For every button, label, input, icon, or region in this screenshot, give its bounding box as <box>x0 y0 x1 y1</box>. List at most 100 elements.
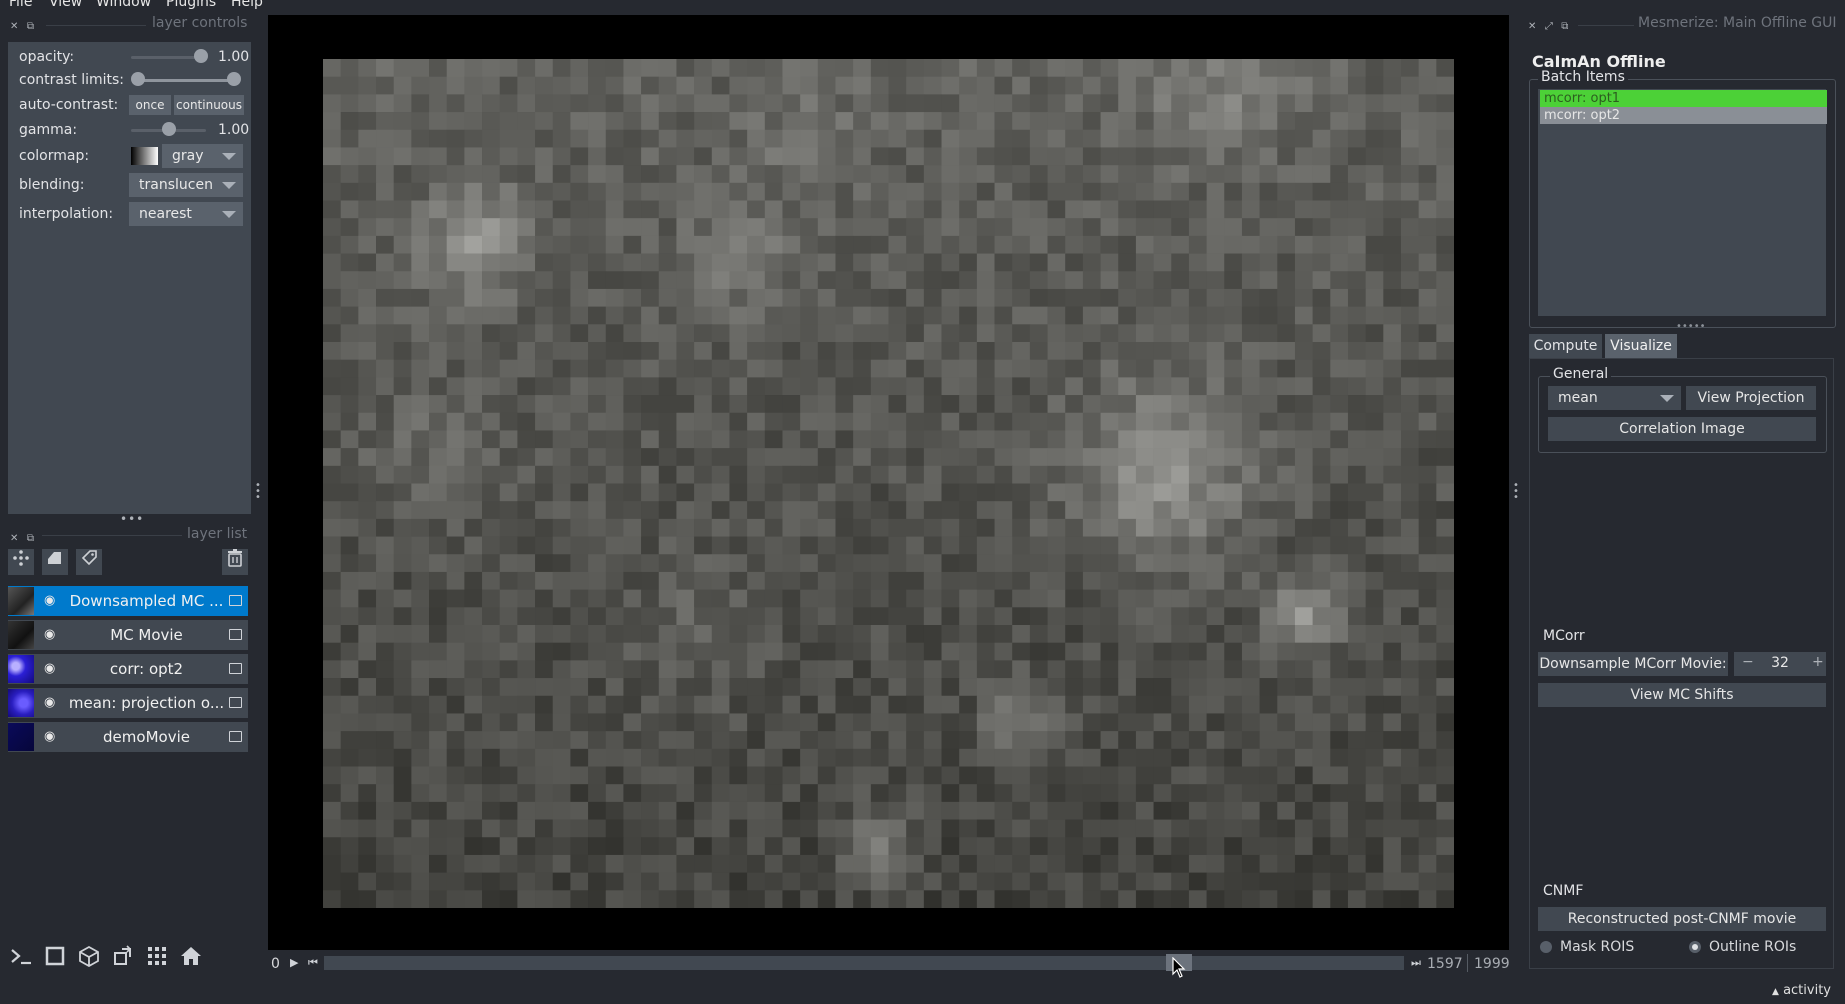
movie-frame-image[interactable] <box>323 59 1454 908</box>
grid-view-button[interactable] <box>143 945 171 973</box>
dock-divider <box>1578 25 1634 26</box>
batch-item[interactable]: mcorr: opt2 <box>1540 107 1827 124</box>
correlation-image-button[interactable]: Correlation Image <box>1548 417 1816 441</box>
menu-file[interactable]: File <box>9 0 32 10</box>
view-projection-button[interactable]: View Projection <box>1686 386 1816 410</box>
dock-divider <box>46 25 146 26</box>
mask-rois-radio[interactable] <box>1540 941 1552 953</box>
eye-icon[interactable]: ◉ <box>44 593 55 608</box>
roll-dims-button[interactable] <box>75 945 103 973</box>
menu-plugins[interactable]: Plugins <box>166 0 216 10</box>
batch-item[interactable]: mcorr: opt1 <box>1540 90 1827 107</box>
auto-contrast-label: auto-contrast: <box>19 97 119 113</box>
eye-icon[interactable]: ◉ <box>44 661 55 676</box>
square-icon <box>45 946 65 966</box>
layer-row-demo-movie[interactable]: ◉ demoMovie <box>8 722 248 752</box>
splitter-handle-right[interactable]: • • • <box>1513 481 1519 503</box>
close-icon[interactable]: ✕ <box>1528 21 1536 32</box>
splitter-handle[interactable]: ••• <box>120 512 144 526</box>
float-icon[interactable]: ⧉ <box>1561 21 1568 32</box>
menu-window[interactable]: Window <box>96 0 151 10</box>
interpolation-select[interactable]: nearest <box>129 202 243 226</box>
home-button[interactable] <box>177 945 205 973</box>
gamma-label: gamma: <box>19 122 78 138</box>
downsample-factor-stepper[interactable]: − 32 + <box>1734 652 1826 676</box>
float-icon[interactable]: ⧉ <box>27 533 34 544</box>
layer-name: MC Movie <box>110 626 183 644</box>
trash-icon <box>228 549 242 567</box>
mask-rois-label: Mask ROIS <box>1560 939 1635 955</box>
home-icon <box>181 947 201 965</box>
minus-button[interactable]: − <box>1742 654 1754 670</box>
contrast-max-handle[interactable] <box>227 72 241 86</box>
downsample-factor-value[interactable]: 32 <box>1768 655 1792 671</box>
right-panel-window-title: Mesmerize: Main Offline GUI <box>1638 15 1837 31</box>
console-button[interactable] <box>7 945 35 973</box>
continuous-button[interactable]: continuous <box>174 95 244 115</box>
splitter-handle-left[interactable]: • • • <box>255 481 261 503</box>
menu-help[interactable]: Help <box>231 0 263 10</box>
layer-list-dock-buttons: ✕ ⧉ <box>10 529 34 545</box>
dock-buttons: ✕ ⧉ <box>10 17 34 33</box>
chevron-down-icon <box>222 211 236 218</box>
float-icon[interactable]: ⧉ <box>27 21 34 32</box>
new-points-layer-button[interactable] <box>8 549 34 575</box>
activity-toggle[interactable]: ▲ activity <box>1772 983 1831 998</box>
contrast-min-handle[interactable] <box>131 72 145 86</box>
interpolation-value: nearest <box>139 206 192 222</box>
layer-row-corr[interactable]: ◉ corr: opt2 <box>8 654 248 684</box>
new-labels-layer-button[interactable] <box>76 549 102 575</box>
eye-icon[interactable]: ◉ <box>44 729 55 744</box>
mouse-cursor-icon <box>1172 957 1186 978</box>
close-icon[interactable]: ✕ <box>10 21 18 32</box>
opacity-slider[interactable] <box>131 56 201 59</box>
mcorr-title: MCorr <box>1543 628 1585 644</box>
tab-visualize[interactable]: Visualize <box>1605 334 1677 358</box>
colormap-select[interactable]: gray <box>162 144 243 168</box>
blending-select[interactable]: translucen <box>129 173 243 197</box>
colormap-preview <box>131 147 158 165</box>
layer-row-mean-projection[interactable]: ◉ mean: projection o... <box>8 688 248 718</box>
viewer-canvas[interactable] <box>268 15 1509 950</box>
batch-items-title: Batch Items <box>1538 69 1628 85</box>
eye-icon[interactable]: ◉ <box>44 695 55 710</box>
view-mc-shifts-button[interactable]: View MC Shifts <box>1538 683 1826 707</box>
menu-view[interactable]: View <box>49 0 82 10</box>
step-back-icon[interactable]: ⏮ <box>308 956 318 970</box>
toggle-ndisplay-button[interactable] <box>41 945 69 973</box>
gamma-slider-handle[interactable] <box>161 122 176 136</box>
new-shapes-layer-button[interactable] <box>42 549 68 575</box>
image-layer-icon <box>229 629 242 640</box>
float-icon[interactable]: ⤢ <box>1545 21 1553 32</box>
current-frame-value: 1597 <box>1427 956 1463 972</box>
step-forward-icon[interactable]: ⏭ <box>1411 956 1421 970</box>
contrast-limits-label: contrast limits: <box>19 72 124 88</box>
plus-button[interactable]: + <box>1812 654 1824 670</box>
tab-compute[interactable]: Compute <box>1529 334 1602 358</box>
layer-row-downsampled[interactable]: ◉ Downsampled MC ... <box>8 586 248 616</box>
projection-select[interactable]: mean <box>1548 386 1681 410</box>
play-icon[interactable]: ▶ <box>290 956 298 969</box>
delete-layer-button[interactable] <box>222 549 248 575</box>
cube-icon <box>79 945 99 968</box>
outline-rois-radio[interactable] <box>1689 941 1701 953</box>
points-icon <box>13 550 29 566</box>
contrast-limits-slider[interactable] <box>138 79 234 82</box>
frame-slider[interactable] <box>324 956 1404 970</box>
splitter-handle[interactable]: ••••• <box>1676 321 1706 332</box>
max-frame-value: 1999 <box>1474 956 1510 972</box>
layer-name: demoMovie <box>103 728 190 746</box>
opacity-slider-handle[interactable] <box>194 49 208 63</box>
close-icon[interactable]: ✕ <box>10 533 18 544</box>
activity-label: activity <box>1783 983 1831 998</box>
layer-row-mc-movie[interactable]: ◉ MC Movie <box>8 620 248 650</box>
eye-icon[interactable]: ◉ <box>44 627 55 642</box>
grid-icon <box>148 947 166 965</box>
downsample-mcorr-button[interactable]: Downsample MCorr Movie: <box>1538 652 1728 676</box>
once-button[interactable]: once <box>129 95 171 115</box>
transpose-dims-button[interactable] <box>109 945 137 973</box>
label-tag-icon <box>81 550 97 566</box>
menu-bar: File View Window Plugins Help <box>0 0 1845 11</box>
image-layer-icon <box>229 731 242 742</box>
reconstructed-cnmf-movie-button[interactable]: Reconstructed post-CNMF movie <box>1538 907 1826 931</box>
